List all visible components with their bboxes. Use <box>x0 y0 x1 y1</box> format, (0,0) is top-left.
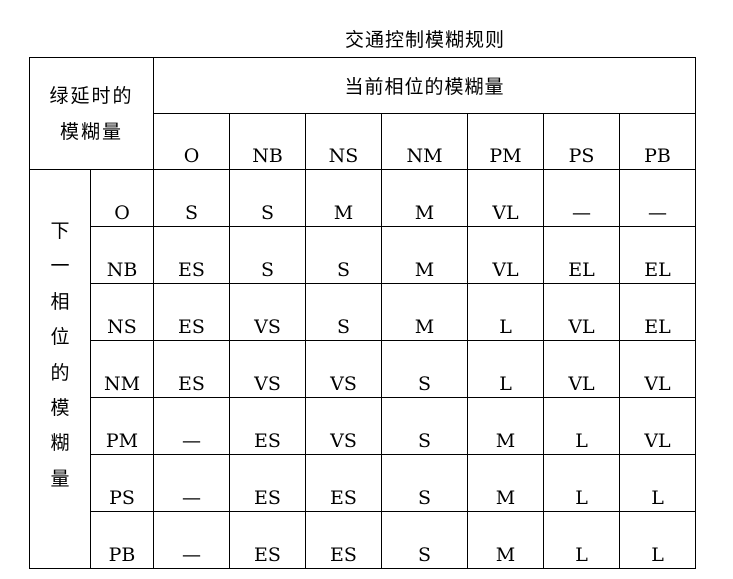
table-cell: S <box>229 169 306 227</box>
fuzzy-rule-table: 绿延时的 模糊量 当前相位的模糊量 O NB NS NM PM PS PB 下 … <box>29 57 696 569</box>
table-cell: ES <box>229 454 306 512</box>
row-group-char: 模 <box>50 397 70 420</box>
table-cell: S <box>305 283 382 341</box>
table-cell: ES <box>305 454 382 512</box>
table-cell: M <box>381 226 468 284</box>
column-header: O <box>153 113 230 170</box>
table-row: PM — ES VS S M L VL <box>30 397 696 455</box>
row-group-char: 糊 <box>50 432 70 455</box>
table-cell: VL <box>543 340 620 398</box>
table-cell: ES <box>229 511 306 569</box>
row-group-char: 相 <box>50 290 70 313</box>
corner-label-line2: 模糊量 <box>59 120 123 143</box>
table-cell: M <box>467 454 544 512</box>
row-header: PS <box>90 454 154 512</box>
table-cell: S <box>381 454 468 512</box>
table-cell: VS <box>229 283 306 341</box>
table-cell: EL <box>619 283 696 341</box>
row-group-char: 位 <box>50 326 70 349</box>
column-header: PM <box>467 113 544 170</box>
column-header: NM <box>381 113 468 170</box>
table-cell: VL <box>467 226 544 284</box>
table-cell: VL <box>467 169 544 227</box>
table-cell: L <box>467 340 544 398</box>
table-title: 交通控制模糊规则 <box>344 29 505 51</box>
table-row: NM ES VS VS S L VL VL <box>30 340 696 398</box>
row-group-char: 下 <box>50 220 70 242</box>
table-cell: ES <box>153 226 230 284</box>
column-header: PB <box>619 113 696 170</box>
table-cell: M <box>467 511 544 569</box>
table-cell: — <box>153 511 230 569</box>
table-cell: S <box>381 397 468 455</box>
table-cell: M <box>305 169 382 227</box>
table-cell: ES <box>305 511 382 569</box>
table-cell: S <box>229 226 306 284</box>
column-header: NS <box>305 113 382 170</box>
corner-label-line1: 绿延时的 <box>49 84 134 107</box>
row-header: PB <box>90 511 154 569</box>
table-cell: M <box>381 283 468 341</box>
table-cell: S <box>381 340 468 398</box>
table-cell: VS <box>229 340 306 398</box>
table-row: NB ES S S M VL EL EL <box>30 226 696 284</box>
table-cell: EL <box>543 226 620 284</box>
table-cell: ES <box>153 283 230 341</box>
table-cell: — <box>153 454 230 512</box>
table-cell: M <box>467 397 544 455</box>
column-header: PS <box>543 113 620 170</box>
row-header: PM <box>90 397 154 455</box>
row-header: O <box>90 169 154 227</box>
table-cell: S <box>305 226 382 284</box>
row-header: NM <box>90 340 154 398</box>
table-cell: ES <box>153 340 230 398</box>
table-cell: VS <box>305 397 382 455</box>
table-cell: M <box>381 169 468 227</box>
table-cell: ES <box>229 397 306 455</box>
table-cell: L <box>619 511 696 569</box>
row-header: NS <box>90 283 154 341</box>
table-cell: S <box>153 169 230 227</box>
table-cell: VL <box>619 340 696 398</box>
table-cell: VL <box>543 283 620 341</box>
table-cell: L <box>619 454 696 512</box>
table-cell: L <box>543 397 620 455</box>
table-cell: — <box>543 169 620 227</box>
table-row: NS ES VS S M L VL EL <box>30 283 696 341</box>
table-cell: L <box>467 283 544 341</box>
row-group-header: 下 一 相 位 的 模 糊 量 <box>29 169 91 569</box>
table-cell: L <box>543 511 620 569</box>
table-row: PS — ES ES S M L L <box>30 454 696 512</box>
table-cell: S <box>381 511 468 569</box>
row-group-char: 的 <box>50 361 70 384</box>
table-cell: VS <box>305 340 382 398</box>
table-row: 下 一 相 位 的 模 糊 量 O S S M M VL — — <box>29 169 696 569</box>
table-cell: L <box>543 454 620 512</box>
table-cell: EL <box>619 226 696 284</box>
corner-header: 绿延时的 模糊量 <box>29 57 154 170</box>
table-cell: — <box>153 397 230 455</box>
table-row: PB — ES ES S M L L <box>30 511 696 569</box>
row-header: NB <box>90 226 154 284</box>
table-cell: VL <box>619 397 696 455</box>
row-group-char: 一 <box>50 255 70 278</box>
column-header: NB <box>229 113 306 170</box>
column-group-header: 当前相位的模糊量 <box>153 57 696 114</box>
row-group-char: 量 <box>50 467 70 490</box>
table-cell: — <box>619 169 696 227</box>
